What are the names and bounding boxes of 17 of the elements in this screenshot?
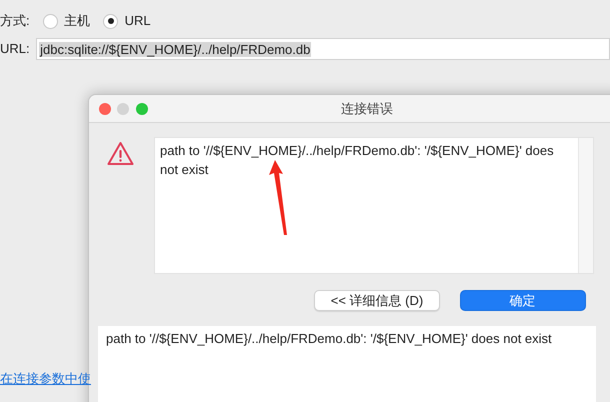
details-button[interactable]: << 详细信息 (D) — [314, 290, 440, 311]
radio-label: URL — [124, 12, 151, 30]
warning-icon — [107, 141, 134, 166]
radio-button[interactable] — [42, 14, 58, 28]
window-title: 连接错误 — [341, 100, 393, 116]
url-field[interactable]: jdbc:sqlite://${ENV_HOME}/../help/FRDemo.db — [36, 38, 610, 60]
error-message: path to '//${ENV_HOME}/../help/FRDemo.db': '/${ENV_HOME}' does not exist — [160, 142, 555, 179]
details-text: path to '//${ENV_HOME}/../help/FRDemo.db': '/${ENV_HOME}' does not exist — [106, 331, 552, 346]
zoom-button[interactable] — [136, 102, 148, 114]
minimize-button[interactable] — [117, 102, 130, 114]
field-label: 方式: — [0, 12, 30, 30]
close-button[interactable] — [98, 102, 111, 114]
help-link[interactable]: 在连接参数中使 — [0, 369, 91, 388]
ok-button[interactable]: 确定 — [460, 290, 586, 311]
radio-label: 主机 — [64, 12, 90, 30]
field-label: URL: — [0, 40, 30, 58]
radio-button[interactable] — [103, 14, 118, 28]
